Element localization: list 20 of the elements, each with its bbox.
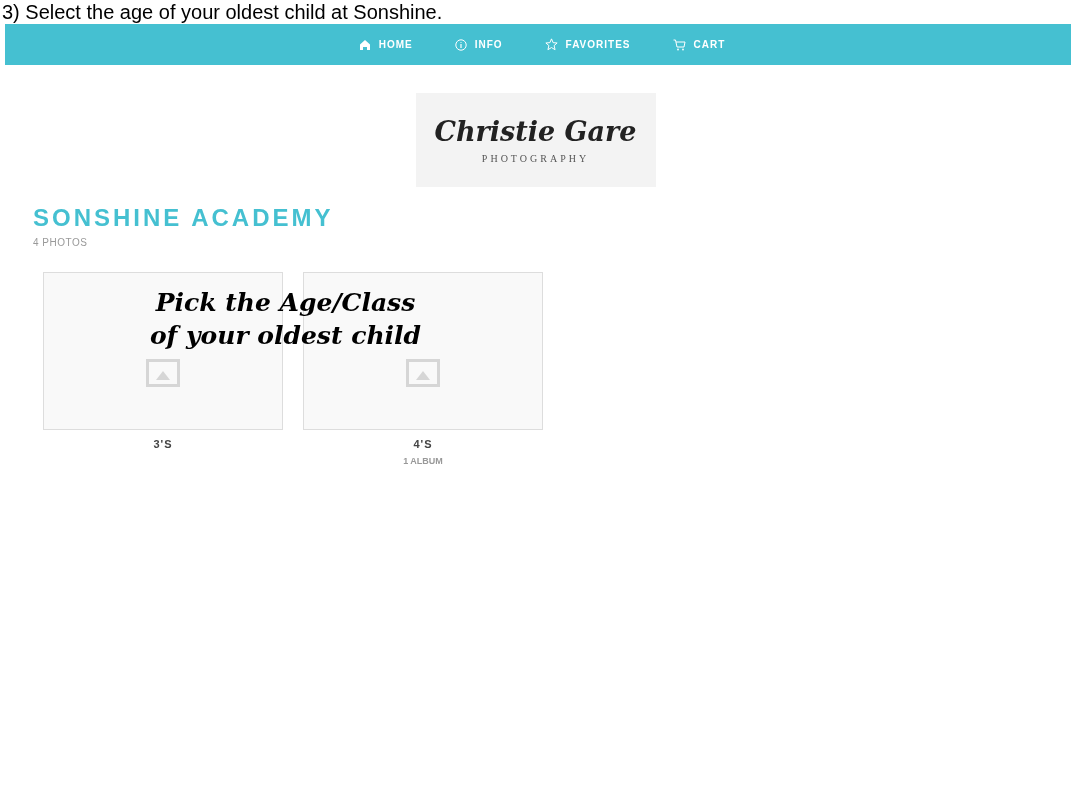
gallery-title: SONSHINE ACADEMY (33, 205, 335, 231)
overlay-caption: of your oldest child (149, 320, 422, 352)
image-placeholder-icon (146, 359, 180, 387)
album-label[interactable]: 4'S (413, 436, 433, 453)
home-icon (358, 38, 371, 51)
album-count: 1 ALBUM (403, 454, 443, 468)
logo-name: Christie Gare (434, 114, 637, 149)
info-icon (454, 38, 467, 51)
nav-link[interactable]: CART (668, 37, 730, 52)
nav-link[interactable]: INFO (450, 37, 507, 52)
photo-count: 4 PHOTOS (33, 236, 89, 250)
nav-link[interactable]: HOME (354, 37, 417, 52)
overlay-caption: Pick the Age/Class (155, 287, 416, 319)
album-label[interactable]: 3'S (153, 436, 173, 453)
star-icon (544, 38, 558, 51)
cart-icon (672, 38, 686, 51)
logo-tagline: PHOTOGRAPHY (481, 151, 590, 166)
instruction-text: 3) Select the age of your oldest child at Sonshine. (1, 0, 443, 24)
nav-link[interactable]: FAVORITES (540, 37, 635, 52)
image-placeholder-icon (406, 359, 440, 387)
